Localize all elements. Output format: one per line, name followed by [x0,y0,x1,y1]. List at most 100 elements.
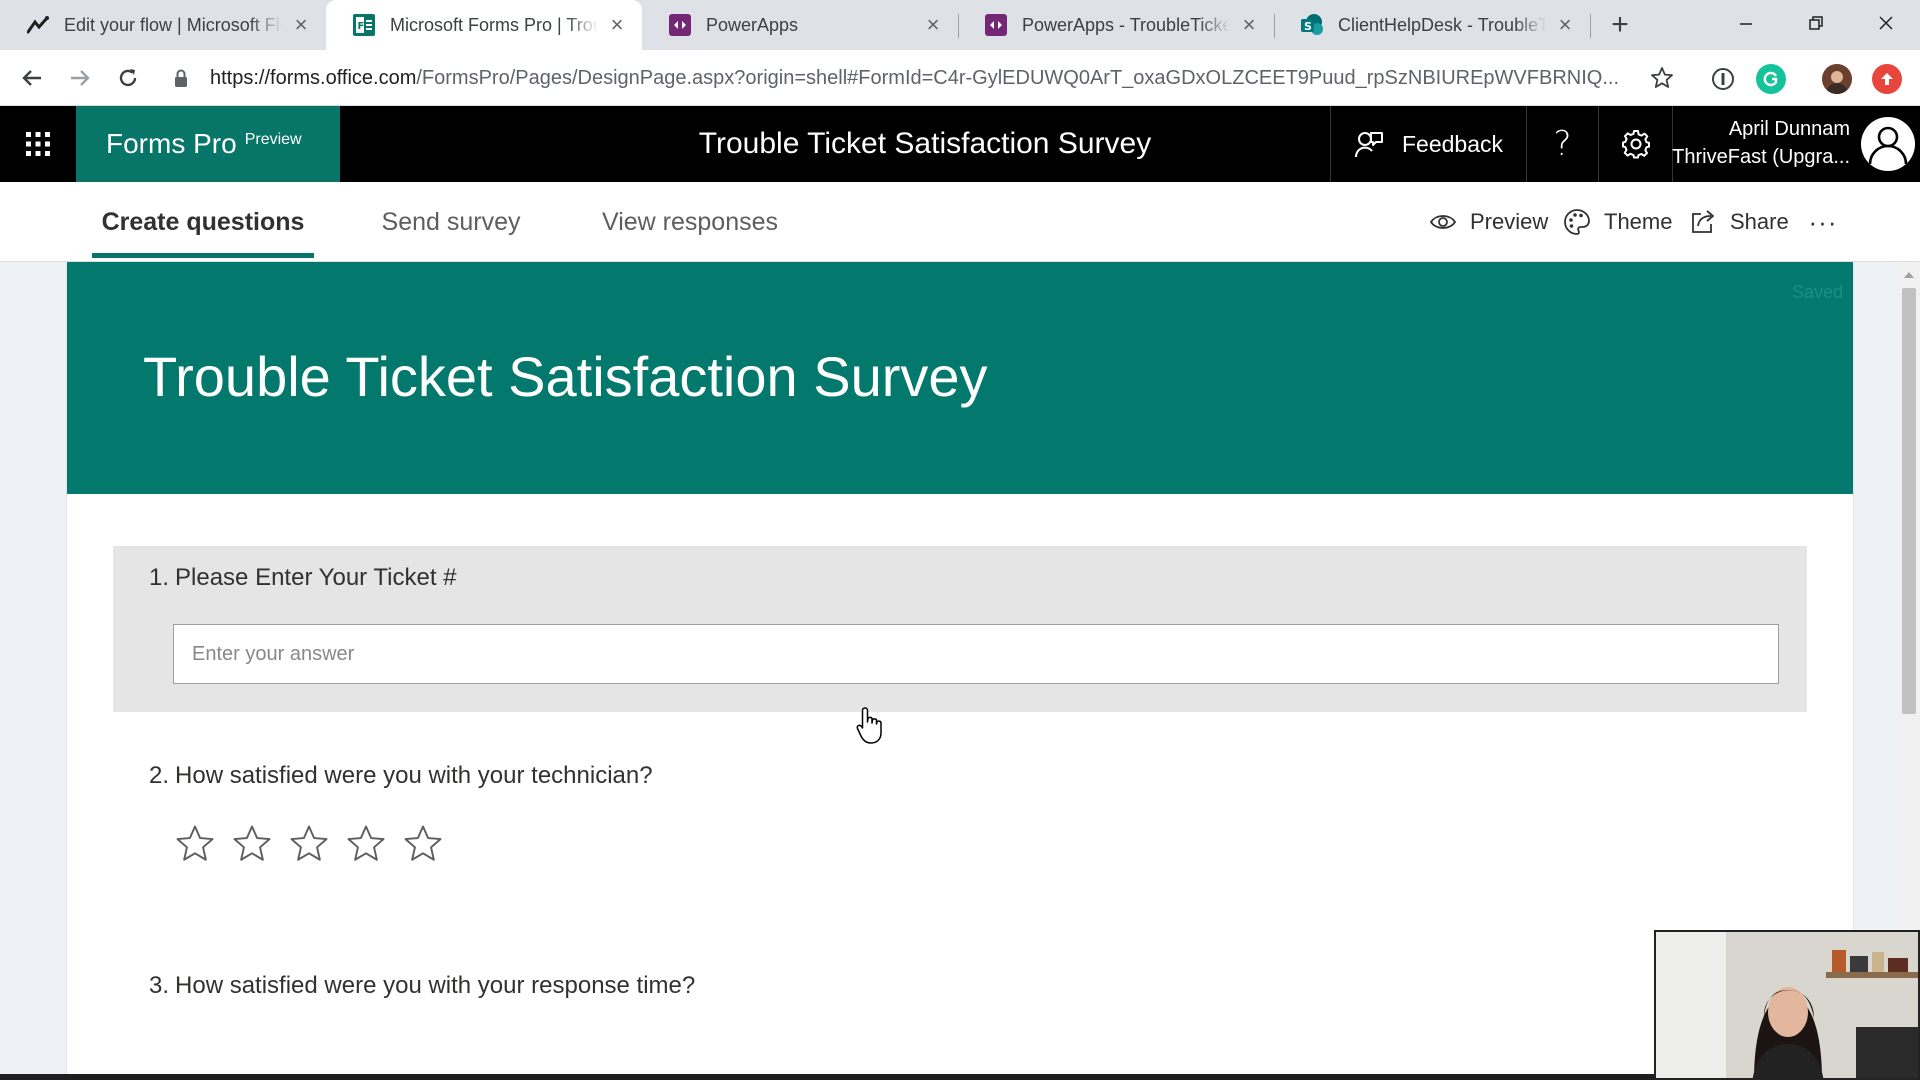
question-number: 1. [149,564,170,591]
question-title: 1. Please Enter Your Ticket # [149,564,457,592]
extension-info-icon[interactable] [1708,64,1738,94]
close-icon [1879,16,1893,30]
restore-icon [1809,16,1823,30]
tab-title: PowerApps [706,14,799,35]
app-name: Forms Pro [106,128,237,159]
gear-icon [1621,130,1650,159]
browser-tab-flow[interactable]: Edit your flow | Microsoft Flow × [0,0,326,50]
star-outline-icon [404,825,442,861]
app-header: Forms Pro Preview Trouble Ticket Satisfa… [0,106,1920,182]
powerapps-icon [984,13,1008,37]
browser-tab-powerapps-troubletickets[interactable]: PowerApps - TroubleTickets × [958,0,1274,50]
question-text: How satisfied were you with your technic… [175,762,653,789]
lock-icon [166,68,196,88]
browser-tab-forms[interactable]: F Microsoft Forms Pro | Trouble Ticket S… [326,0,642,50]
close-icon[interactable]: × [1238,14,1260,36]
close-window-button[interactable] [1852,0,1920,46]
question-title: 3. How satisfied were you with your respo… [149,972,695,1000]
browser-toolbar: https://forms.office.com/FormsPro/Pages/… [0,50,1920,106]
url-path: /FormsPro/Pages/DesignPage.aspx?origin=s… [416,66,1620,89]
webcam-overlay [1654,930,1920,1080]
svg-text:F: F [358,21,365,32]
forward-button[interactable] [62,60,98,96]
rating-star-3[interactable] [287,822,331,866]
new-tab-button[interactable]: + [1604,8,1636,41]
feedback-label: Feedback [1401,130,1503,157]
tab-separator [1590,14,1591,38]
tab-create-questions[interactable]: Create questions [92,182,314,262]
grammarly-icon[interactable] [1756,64,1786,94]
hand-cursor-icon [856,707,882,744]
tab-send-survey[interactable]: Send survey [372,182,530,262]
reload-button[interactable] [110,60,146,96]
saved-status: Saved [1791,282,1843,302]
profile-avatar-icon[interactable] [1822,64,1852,94]
help-button[interactable]: ? [1526,106,1598,182]
question-number: 2. [149,762,170,789]
rating-star-2[interactable] [230,822,274,866]
form-title[interactable]: Trouble Ticket Satisfaction Survey [143,344,988,409]
bottom-edge-bar [0,1074,1654,1080]
browser-tab-powerapps[interactable]: PowerApps × [642,0,958,50]
scroll-up-icon[interactable] [1904,272,1914,278]
answer-input[interactable]: Enter your answer [173,624,1779,684]
share-button[interactable]: Share [1688,204,1789,240]
command-bar: Create questions Send survey View respon… [0,182,1920,262]
question-text: Please Enter Your Ticket # [175,564,457,591]
question-title: 2. How satisfied were you with your techn… [149,762,653,790]
extension-update-icon[interactable] [1872,64,1902,94]
minimize-button[interactable] [1712,0,1780,46]
star-outline-icon [176,825,214,861]
preview-badge: Preview [244,131,302,148]
rating-stars [173,822,445,866]
waffle-icon [26,132,50,156]
rating-star-4[interactable] [344,822,388,866]
tab-view-responses[interactable]: View responses [600,182,780,262]
svg-text:S: S [1304,20,1312,33]
close-icon[interactable]: × [1554,14,1576,36]
flow-icon [26,13,50,37]
feedback-button[interactable]: Feedback [1330,106,1526,182]
star-outline-icon [1651,67,1673,88]
browser-tab-strip: Edit your flow | Microsoft Flow × F Micr… [0,0,1920,50]
rating-star-1[interactable] [173,822,217,866]
close-icon[interactable]: × [290,14,312,36]
help-icon: ? [1553,124,1572,164]
minimize-icon [1740,23,1752,25]
address-bar[interactable]: https://forms.office.com/FormsPro/Pages/… [166,58,1696,98]
close-icon[interactable]: × [922,14,944,36]
browser-tab-clienthelpdesk[interactable]: S ClientHelpDesk - TroubleTickets × [1274,0,1590,50]
presenter-video-image [1656,932,1918,1078]
restore-button[interactable] [1782,0,1850,46]
question-card[interactable]: 2. How satisfied were you with your techn… [113,762,1807,942]
question-card[interactable]: 3. How satisfied were you with your respo… [113,972,1807,1072]
more-options-button[interactable]: ··· [1806,204,1840,240]
question-card[interactable]: 1. Please Enter Your Ticket # Enter your … [113,546,1807,712]
forms-icon: F [352,13,376,37]
preview-button[interactable]: Preview [1428,204,1548,240]
tab-title: ClientHelpDesk - TroubleTickets [1338,14,1546,35]
account-menu[interactable]: April Dunnam ThriveFast (Upgra... [1672,106,1920,182]
close-icon[interactable]: × [606,14,628,36]
user-name: April Dunnam [1728,118,1850,140]
share-label: Share [1730,209,1789,234]
form-header-banner: Saved Trouble Ticket Satisfaction Survey [67,262,1853,494]
question-text: How satisfied were you with your respons… [175,972,696,999]
tab-title: PowerApps - TroubleTickets [1022,14,1230,35]
tab-title: Microsoft Forms Pro | Trouble Ticket Sat… [390,14,598,35]
star-outline-icon [290,825,328,861]
eye-icon [1428,207,1458,237]
bookmark-button[interactable] [1644,60,1680,96]
scroll-thumb[interactable] [1902,288,1916,714]
form-canvas: Saved Trouble Ticket Satisfaction Survey… [0,262,1920,1080]
feedback-icon [1354,132,1383,158]
app-brand[interactable]: Forms Pro Preview [76,106,340,182]
rating-star-5[interactable] [401,822,445,866]
url-host: https://forms.office.com [210,66,417,89]
theme-button[interactable]: Theme [1562,204,1672,240]
arrow-left-icon [22,70,41,86]
settings-button[interactable] [1598,106,1672,182]
back-button[interactable] [14,60,50,96]
question-number: 3. [149,972,170,999]
app-launcher-button[interactable] [0,106,76,182]
